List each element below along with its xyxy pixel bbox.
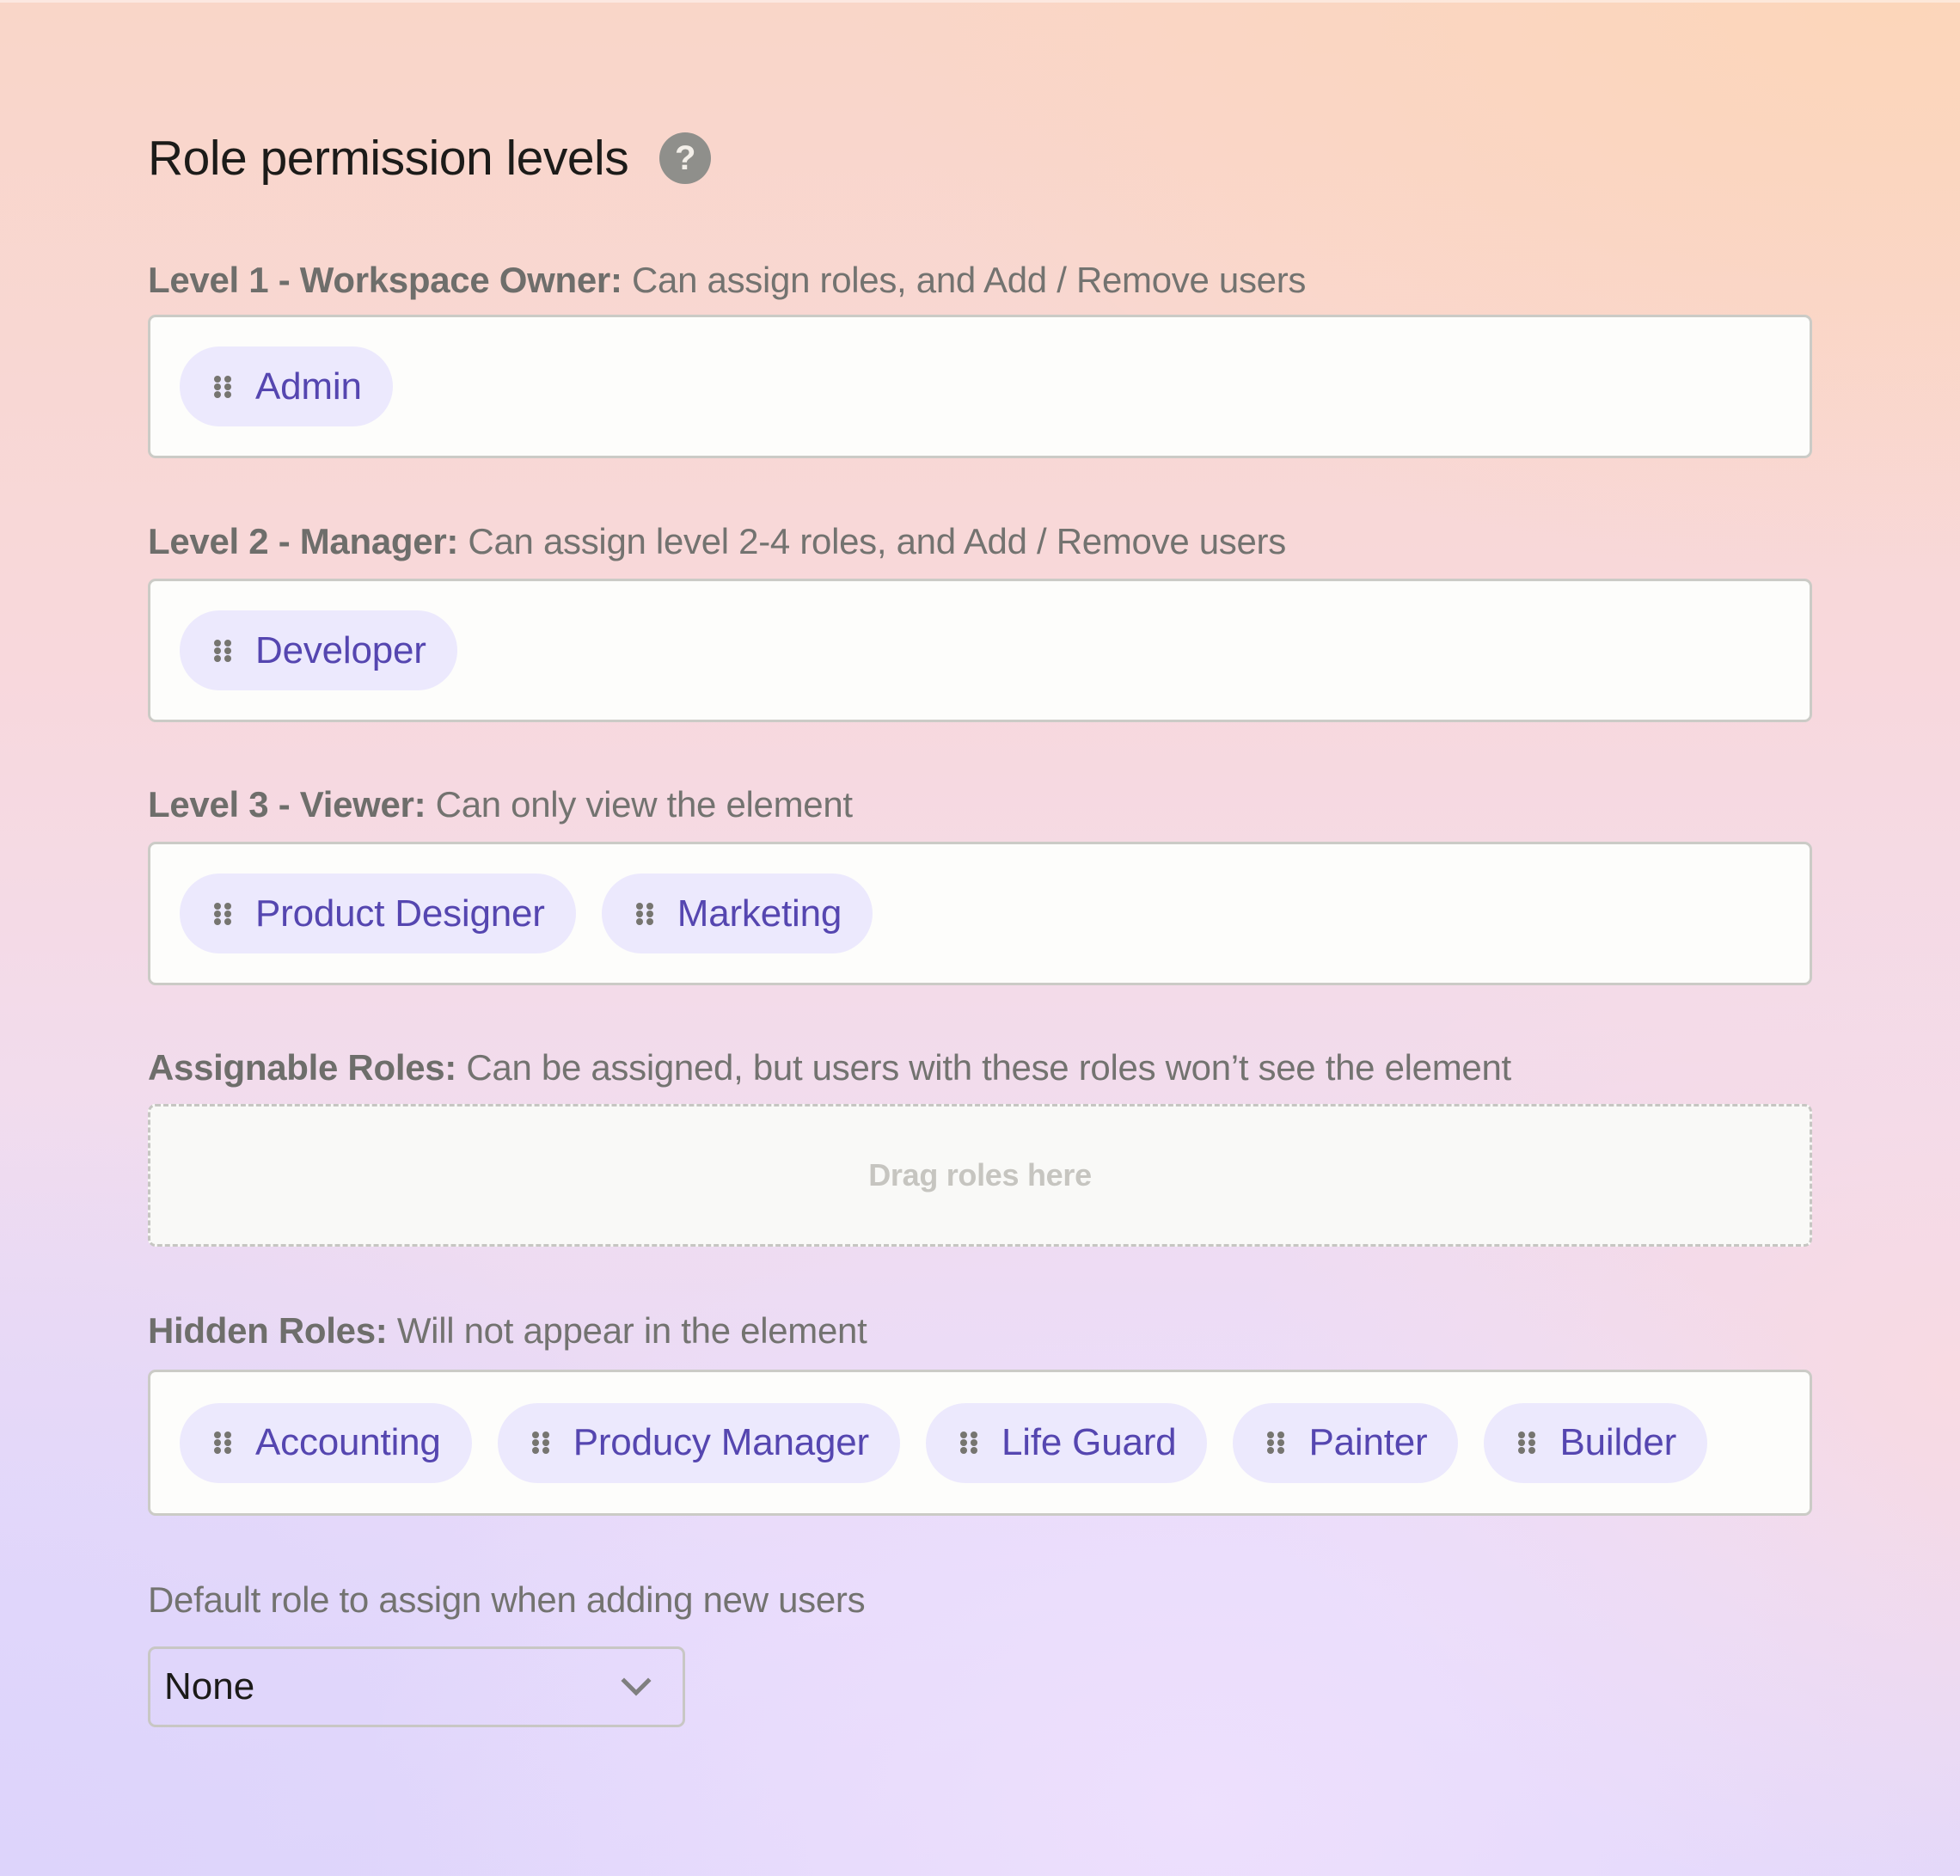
section-label-description: Will not appear in the element [387,1310,867,1351]
role-chip-accounting[interactable]: Accounting [180,1402,472,1483]
section-label-description: Can assign roles, and Add / Remove users [622,260,1307,300]
chevron-down-icon [621,1677,652,1696]
role-chip-marketing[interactable]: Marketing [601,874,873,953]
role-dropzone-assignable[interactable]: Drag roles here [148,1104,1812,1247]
section-label-title: Hidden Roles: [148,1310,388,1351]
role-dropzone-level-2[interactable]: Developer [148,579,1812,722]
section-label-description: Can be assigned, but users with these ro… [456,1047,1511,1088]
section-label-title: Level 1 - Workspace Owner: [148,260,622,300]
role-chip-label: Accounting [255,1421,441,1463]
role-chip-label: Marketing [677,892,842,935]
page-header: Role permission levels ? [148,126,712,191]
role-chip-producy-manager[interactable]: Producy Manager [497,1402,900,1483]
role-chip-label: Product Designer [255,892,545,935]
page-title: Role permission levels [148,130,629,186]
default-role-selected-value: None [164,1665,255,1707]
role-chip-product-designer[interactable]: Product Designer [180,874,576,953]
role-dropzone-level-1[interactable]: Admin [148,315,1812,458]
drag-handle-icon[interactable] [635,902,653,925]
drag-handle-icon[interactable] [214,902,231,925]
drag-handle-icon[interactable] [214,639,231,662]
default-role-label: Default role to assign when adding new u… [148,1579,866,1620]
drag-handle-icon[interactable] [1267,1432,1285,1454]
section-label-description: Can only view the element [426,784,853,825]
help-question-icon[interactable]: ? [659,132,712,184]
role-chip-label: Admin [255,365,362,408]
role-chip-developer[interactable]: Developer [180,610,457,690]
section-label-title: Level 2 - Manager: [148,521,459,561]
section-label-title: Assignable Roles: [148,1047,456,1088]
default-role-select[interactable]: None [148,1646,685,1727]
section-label-title: Level 3 - Viewer: [148,784,426,825]
role-chip-builder[interactable]: Builder [1484,1402,1708,1483]
drag-handle-icon[interactable] [531,1432,549,1454]
role-chip-label: Life Guard [1001,1421,1177,1463]
section-label-description: Can assign level 2-4 roles, and Add / Re… [458,521,1286,561]
section-label-assignable: Assignable Roles: Can be assigned, but u… [148,1050,1511,1086]
role-chip-label: Producy Manager [573,1421,869,1463]
role-chip-label: Developer [255,628,426,671]
role-chip-label: Painter [1308,1421,1428,1463]
role-dropzone-level-3[interactable]: Product Designer Marketing [148,842,1812,985]
drop-hint-text: Drag roles here [868,1157,1092,1192]
role-chip-painter[interactable]: Painter [1233,1402,1459,1483]
section-label-hidden: Hidden Roles: Will not appear in the ele… [148,1313,867,1349]
drag-handle-icon[interactable] [1518,1432,1536,1454]
section-label-level-3: Level 3 - Viewer: Can only view the elem… [148,787,853,823]
top-edge-highlight [0,0,1960,3]
drag-handle-icon[interactable] [214,1432,231,1454]
role-dropzone-hidden[interactable]: Accounting Producy Manager Life Guard Paint… [148,1370,1812,1516]
role-chip-life-guard[interactable]: Life Guard [926,1402,1208,1483]
role-chip-label: Builder [1559,1421,1677,1463]
section-label-level-1: Level 1 - Workspace Owner: Can assign ro… [148,262,1306,298]
section-label-level-2: Level 2 - Manager: Can assign level 2-4 … [148,524,1286,560]
drag-handle-icon[interactable] [214,375,231,398]
role-chip-admin[interactable]: Admin [180,346,393,426]
drag-handle-icon[interactable] [960,1432,977,1454]
